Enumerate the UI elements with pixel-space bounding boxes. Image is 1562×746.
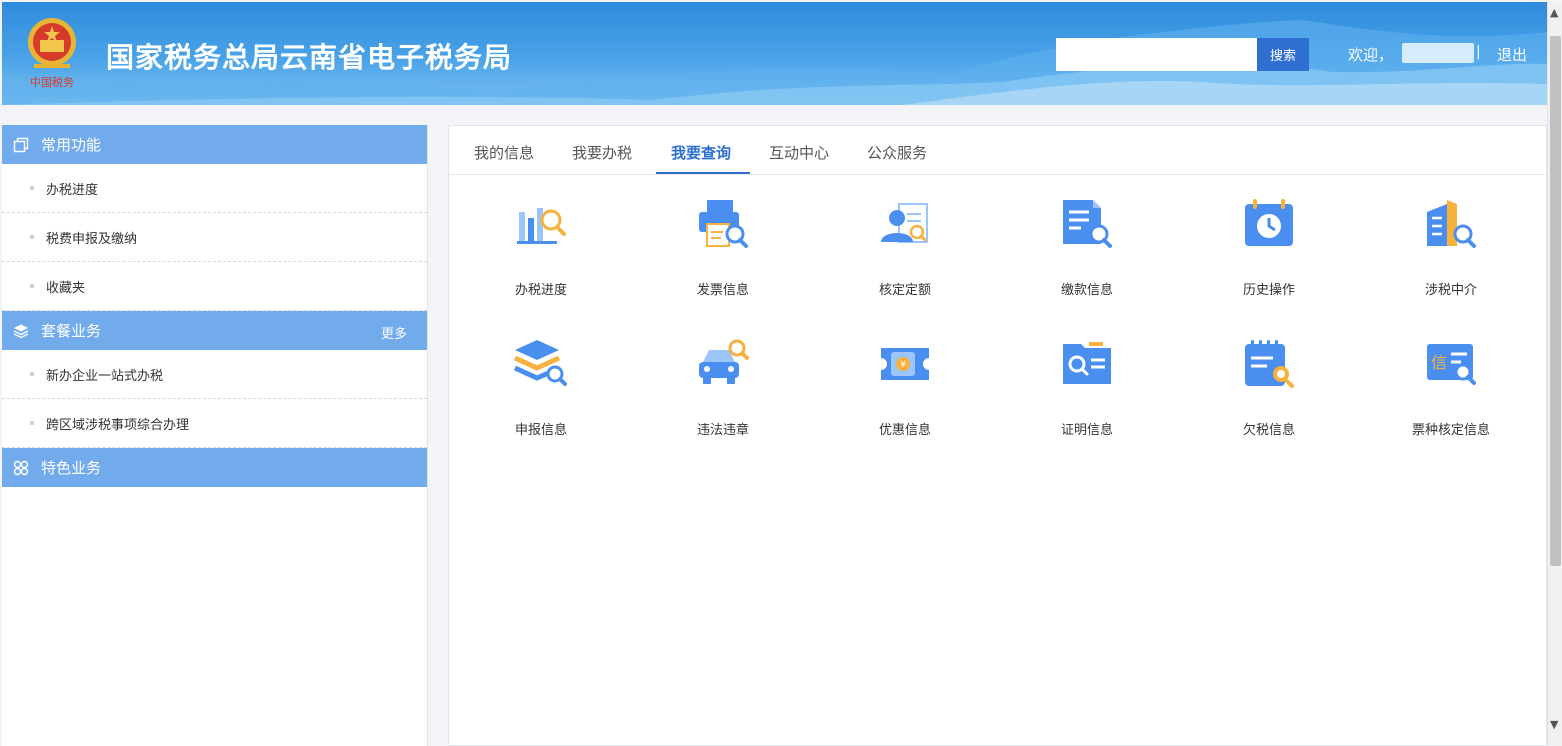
- username-display: [1402, 43, 1474, 63]
- bullet-icon: [30, 421, 34, 425]
- notepad-search-icon: [1245, 340, 1294, 388]
- tab-my-info[interactable]: 我的信息: [474, 142, 534, 163]
- scroll-down-icon[interactable]: ▼: [1550, 718, 1558, 731]
- sidebar-section-title: 套餐业务: [41, 322, 102, 340]
- copy-icon: [12, 136, 30, 154]
- tile-owed-tax[interactable]: 欠税信息: [1199, 336, 1339, 438]
- folder-search-icon: [1063, 342, 1111, 384]
- tile-violation[interactable]: 违法违章: [653, 336, 793, 438]
- printer-search-icon: [699, 200, 748, 248]
- tab-query[interactable]: 我要查询: [671, 142, 731, 163]
- bar-chart-search-icon: [517, 208, 566, 244]
- tile-label: 发票信息: [696, 283, 749, 298]
- tile-label: 优惠信息: [878, 423, 931, 438]
- tile-invoice-info[interactable]: 发票信息: [653, 196, 793, 298]
- sidebar-item-favorites[interactable]: 收藏夹: [2, 262, 427, 311]
- sidebar-item-cross-region[interactable]: 跨区域涉税事项综合办理: [2, 399, 427, 448]
- tile-certificate[interactable]: 证明信息: [1017, 336, 1157, 438]
- sidebar-section-title: 常用功能: [41, 136, 102, 154]
- tile-preferential[interactable]: ¥ 优惠信息: [835, 336, 975, 438]
- car-search-icon: [699, 339, 749, 384]
- site-title: 国家税务总局云南省电子税务局: [106, 41, 513, 74]
- logout-link[interactable]: 退出: [1497, 44, 1527, 65]
- clover-icon: [12, 459, 30, 477]
- sidebar-item-label: 税费申报及缴纳: [46, 231, 138, 247]
- stack-search-icon: [513, 340, 567, 386]
- sidebar-section-package[interactable]: 套餐业务 更多: [2, 311, 427, 350]
- sidebar-item-declare[interactable]: 税费申报及缴纳: [2, 213, 427, 262]
- tile-label: 违法违章: [696, 423, 749, 438]
- sidebar: 常用功能 办税进度 税费申报及缴纳 收藏夹 套餐业务 更多 新办企业一站式办税 …: [2, 125, 428, 746]
- bullet-icon: [30, 372, 34, 376]
- sidebar-section-special[interactable]: 特色业务: [2, 448, 427, 487]
- emblem-caption: 中国税务: [30, 75, 74, 89]
- sidebar-item-label: 收藏夹: [46, 280, 86, 296]
- scroll-up-icon[interactable]: ▲: [1550, 6, 1558, 19]
- tab-bar: 我的信息 我要办税 我要查询 互动中心 公众服务: [449, 126, 1546, 175]
- bullet-icon: [30, 186, 34, 190]
- tile-label: 票种核定信息: [1411, 423, 1490, 438]
- welcome-text: 欢迎，: [1348, 46, 1394, 64]
- page-scrollbar[interactable]: ▲ ▼: [1547, 2, 1562, 746]
- user-card-icon: [881, 203, 928, 243]
- bullet-icon: [30, 284, 34, 288]
- tab-handle-tax[interactable]: 我要办税: [572, 142, 632, 163]
- tile-label: 办税进度: [514, 283, 567, 298]
- tile-history[interactable]: 历史操作: [1199, 196, 1339, 298]
- tile-label: 涉税中介: [1424, 283, 1477, 298]
- tab-public-service[interactable]: 公众服务: [867, 142, 927, 163]
- sidebar-item-label: 办税进度: [46, 182, 99, 198]
- tile-declare-info[interactable]: 申报信息: [471, 336, 611, 438]
- sidebar-item-label: 新办企业一站式办税: [46, 368, 164, 384]
- coupon-icon: ¥: [881, 348, 929, 380]
- header-separator: |: [1476, 44, 1481, 60]
- tile-quota[interactable]: 核定定额: [835, 196, 975, 298]
- tile-label: 核定定额: [878, 283, 931, 298]
- main-panel: 我的信息 我要办税 我要查询 互动中心 公众服务 办税进度 发票信息 核定定额 …: [448, 125, 1547, 746]
- calendar-history-icon: [1245, 199, 1293, 246]
- sidebar-section-common[interactable]: 常用功能: [2, 125, 427, 164]
- sidebar-item-new-enterprise[interactable]: 新办企业一站式办税: [2, 350, 427, 399]
- building-search-icon: [1427, 200, 1476, 248]
- layers-icon: [12, 322, 30, 340]
- tile-label: 缴款信息: [1060, 283, 1113, 298]
- search-button[interactable]: 搜索: [1257, 38, 1309, 71]
- svg-text:¥: ¥: [900, 360, 906, 370]
- tile-tax-agency[interactable]: 涉税中介: [1381, 196, 1521, 298]
- tile-label: 欠税信息: [1242, 423, 1295, 438]
- more-link[interactable]: 更多: [381, 323, 407, 342]
- scroll-thumb[interactable]: [1550, 36, 1561, 566]
- tile-ticket-type[interactable]: 信 票种核定信息: [1381, 336, 1521, 438]
- sidebar-item-label: 跨区域涉税事项综合办理: [46, 417, 190, 433]
- search-input[interactable]: [1056, 38, 1257, 71]
- tile-label: 证明信息: [1060, 423, 1113, 438]
- tab-interaction[interactable]: 互动中心: [769, 142, 829, 163]
- active-tab-indicator: [656, 172, 750, 174]
- tile-label: 历史操作: [1242, 283, 1295, 298]
- tax-emblem-icon: 中国税务: [28, 18, 76, 89]
- tile-payment-info[interactable]: 缴款信息: [1017, 196, 1157, 298]
- letter-search-icon: 信: [1427, 344, 1476, 385]
- document-search-icon: [1063, 200, 1112, 248]
- tile-tax-progress[interactable]: 办税进度: [471, 196, 611, 298]
- svg-text:信: 信: [1431, 353, 1447, 372]
- site-header: 中国税务 国家税务总局云南省电子税务局: [2, 2, 1547, 105]
- tile-label: 申报信息: [514, 423, 567, 438]
- bullet-icon: [30, 235, 34, 239]
- sidebar-section-title: 特色业务: [41, 459, 102, 477]
- sidebar-item-progress[interactable]: 办税进度: [2, 164, 427, 213]
